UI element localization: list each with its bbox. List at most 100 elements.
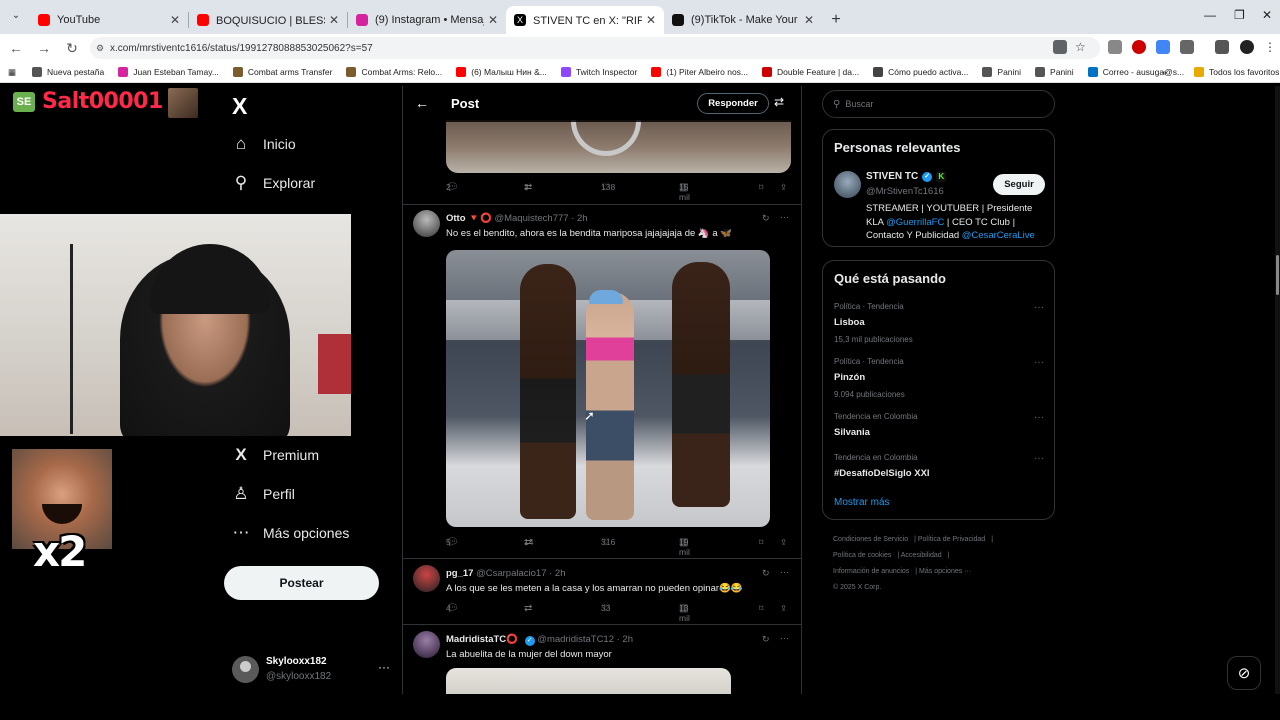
share-icon[interactable]: ⇪ (780, 603, 787, 614)
trend-item[interactable]: Tendencia en Colombia #DesafíoDelSiglo X… (834, 453, 1044, 479)
close-tab-icon[interactable]: ✕ (646, 13, 656, 27)
scrollbar-thumb[interactable] (1276, 255, 1279, 295)
back-icon[interactable]: ← (4, 40, 28, 56)
bookmarks-bar: ▦ Nueva pestaña Juan Esteban Tamay... Co… (0, 62, 1280, 83)
apps-icon[interactable]: ▦ (8, 67, 16, 78)
nav-profile[interactable]: ♙ Perfil (230, 484, 295, 504)
grok-icon[interactable]: ↻ (762, 213, 770, 224)
more-icon[interactable]: ··· (780, 567, 789, 577)
extension-icon[interactable] (1108, 40, 1122, 54)
trend-item[interactable]: Tendencia en Colombia Silvania ··· (834, 412, 1044, 438)
close-tab-icon[interactable]: ✕ (329, 13, 339, 27)
tab-instagram[interactable]: (9) Instagram • Mensajes ✕ (348, 6, 506, 34)
restore-icon[interactable]: ❐ (1234, 8, 1245, 22)
more-icon[interactable]: ··· (1034, 302, 1044, 313)
footer-link[interactable]: Política de Privacidad (918, 536, 985, 543)
more-bookmarks-icon[interactable]: » (1162, 67, 1167, 77)
more-icon[interactable]: ··· (1034, 453, 1044, 464)
close-tab-icon[interactable]: ✕ (488, 13, 498, 27)
trend-item[interactable]: Política · Tendencia Lisboa 15,3 mil pub… (834, 302, 1044, 344)
bookmark-item[interactable]: Panini (982, 67, 1021, 77)
footer-link[interactable]: Política de cookies (833, 552, 891, 559)
tab-search-icon[interactable]: ⌄ (8, 10, 24, 26)
avatar[interactable] (834, 171, 861, 198)
grok-button-icon[interactable]: ⊘ (1227, 656, 1261, 690)
translate-icon[interactable] (1156, 40, 1170, 54)
bookmark-item[interactable]: Panini (1035, 67, 1074, 77)
tab-boquisucio[interactable]: BOQUISUCIO | BLESSD ✖️ KRISS ✕ (189, 6, 347, 34)
share-icon[interactable]: ⇪ (780, 182, 787, 193)
footer-link[interactable]: Condiciones de Servicio (833, 536, 908, 543)
sliders-icon[interactable]: ⇄ (774, 95, 784, 109)
bookmark-item[interactable]: Double Feature | da... (762, 67, 859, 77)
scrollbar[interactable] (1275, 86, 1280, 694)
reload-icon[interactable]: ↻ (60, 40, 84, 57)
footer-link[interactable]: Información de anuncios (833, 568, 909, 575)
media-icon[interactable] (1215, 40, 1229, 54)
profile-icon[interactable] (1240, 40, 1254, 54)
tweet-image[interactable] (446, 120, 791, 173)
avatar[interactable] (413, 631, 440, 658)
tab-tiktok[interactable]: (9)TikTok - Make Your Day ✕ (664, 6, 822, 34)
show-more-link[interactable]: Mostrar más (834, 497, 890, 508)
footer-link[interactable]: Más opciones ··· (919, 568, 971, 575)
avatar[interactable] (413, 210, 440, 237)
bookmark-item[interactable]: (6) Малыш Нин &... (456, 67, 547, 77)
bookmark-item[interactable]: Juan Esteban Tamay... (118, 67, 219, 77)
nav-premium[interactable]: X Premium (230, 445, 319, 465)
profile-name[interactable]: STIVEN TC ✓ K (866, 171, 947, 182)
post-button[interactable]: Postear (224, 566, 379, 600)
bookmark-icon[interactable]: ⌑ (759, 182, 763, 193)
menu-icon[interactable]: ⋮ (1264, 40, 1278, 54)
more-icon[interactable]: ··· (1034, 412, 1044, 423)
bookmark-item[interactable]: Cómo puedo activa... (873, 67, 968, 77)
new-tab-button[interactable]: + (822, 6, 850, 34)
mention-link[interactable]: @GuerrillaFC (886, 217, 944, 228)
grok-icon[interactable]: ↻ (762, 634, 770, 645)
stream-emote (168, 88, 198, 118)
reply-button[interactable]: Responder (697, 93, 769, 114)
tab-youtube[interactable]: YouTube ✕ (30, 6, 188, 34)
bookmark-item[interactable]: Nueva pestaña (32, 67, 104, 77)
close-tab-icon[interactable]: ✕ (804, 13, 814, 27)
more-icon[interactable]: ··· (780, 212, 789, 222)
footer-link[interactable]: Accesibilidad (901, 552, 942, 559)
tab-x-post[interactable]: X STIVEN TC en X: "RIP🐒 ya con ✕ (506, 6, 664, 34)
bookmark-item[interactable]: (1) Piter Albeiro nos... (651, 67, 748, 77)
mention-link[interactable]: @CesarCeraLive (962, 230, 1035, 241)
account-switcher[interactable]: Skylooxx182 @skylooxx182 ··· (232, 655, 390, 685)
opera-extension-icon[interactable] (1132, 40, 1146, 54)
address-bar[interactable]: ⚙ x.com/mrstiventc1616/status/1991278088… (90, 37, 1100, 59)
close-tab-icon[interactable]: ✕ (170, 13, 180, 27)
bookmark-item[interactable]: Correo - ausuga@s... (1087, 67, 1184, 77)
share-icon[interactable]: ⇪ (780, 537, 787, 548)
avatar[interactable] (413, 565, 440, 592)
bookmark-icon[interactable]: ⌑ (759, 537, 763, 548)
site-info-icon[interactable]: ⚙ (96, 43, 104, 54)
nav-explore[interactable]: ⚲ Explorar (230, 173, 315, 193)
account-more-icon[interactable]: ··· (378, 660, 390, 674)
tweet-photo[interactable] (446, 668, 731, 694)
bookmark-icon[interactable]: ⌑ (759, 603, 763, 614)
nav-home[interactable]: ⌂ Inicio (230, 134, 296, 154)
bookmark-star-icon[interactable]: ☆ (1075, 40, 1089, 54)
tweet-photo[interactable] (446, 250, 770, 527)
bookmark-item[interactable]: Twitch Inspector (560, 67, 637, 77)
minimize-icon[interactable]: — (1204, 8, 1216, 22)
x-logo[interactable]: X (232, 93, 247, 120)
more-icon[interactable]: ··· (1034, 357, 1044, 368)
follow-button[interactable]: Seguir (993, 174, 1045, 195)
extensions-puzzle-icon[interactable] (1180, 40, 1194, 54)
all-bookmarks[interactable]: Todos los favoritos (1194, 67, 1279, 77)
grok-icon[interactable]: ↻ (762, 568, 770, 579)
search-input[interactable]: ⚲ Buscar (822, 90, 1055, 118)
bookmark-item[interactable]: Combat Arms: Relo... (346, 67, 442, 77)
install-icon[interactable] (1053, 40, 1067, 54)
forward-icon[interactable]: → (32, 40, 56, 56)
more-icon[interactable]: ··· (780, 633, 789, 643)
back-arrow-icon[interactable]: ← (415, 95, 429, 111)
close-window-icon[interactable]: ✕ (1262, 8, 1272, 22)
nav-more-options[interactable]: ⋯ Más opciones (230, 523, 350, 543)
bookmark-item[interactable]: Combat arms Transfer (232, 67, 332, 77)
trend-item[interactable]: Política · Tendencia Pinzón 9.094 public… (834, 357, 1044, 399)
